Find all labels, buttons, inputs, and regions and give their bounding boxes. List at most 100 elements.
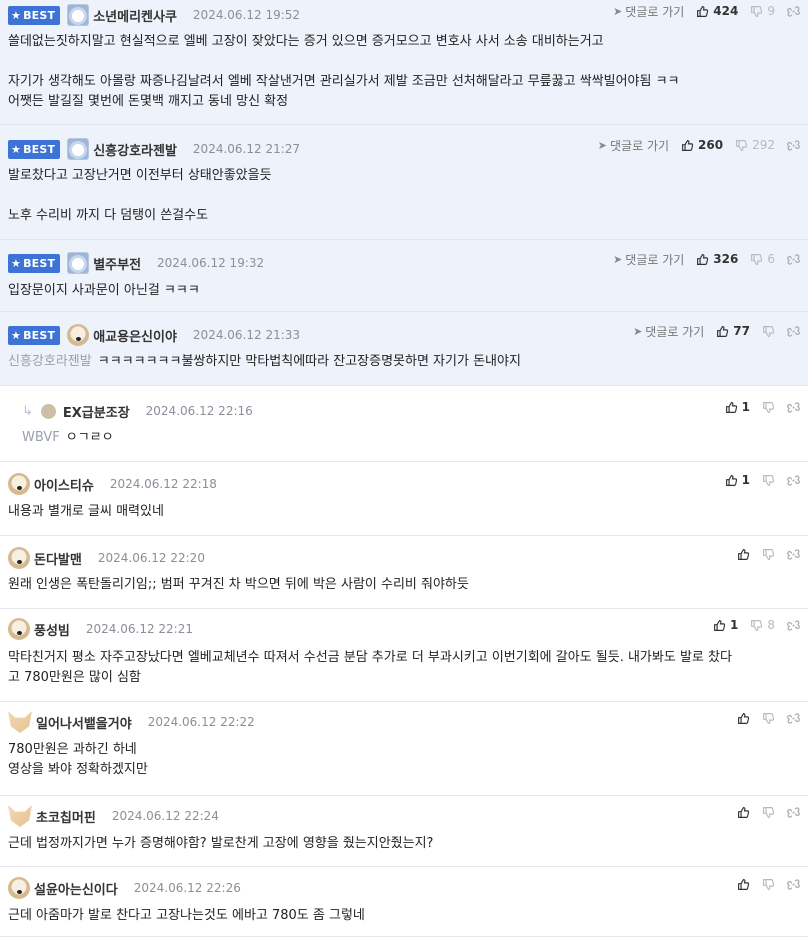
comment-actions: 18 [701, 614, 800, 636]
comment-header: 설윤아는신이다 2024.06.12 22:26 [8, 875, 241, 901]
comment-text-line: 노후 수리비 까지 다 덤탱이 쓴걸수도 [8, 206, 796, 226]
dislike-button[interactable] [762, 401, 775, 414]
copy-link-button[interactable] [787, 474, 800, 487]
like-button[interactable] [737, 806, 750, 819]
author-nickname[interactable]: 일어나서뱉을거야 [36, 713, 132, 732]
avatar[interactable] [8, 473, 30, 495]
dislike-button[interactable]: 9 [750, 4, 775, 18]
dislike-button[interactable] [762, 548, 775, 561]
like-button[interactable] [737, 712, 750, 725]
like-button[interactable]: 326 [696, 252, 738, 266]
copy-link-button[interactable] [787, 878, 800, 891]
go-to-reply-label: 댓글로 가기 [610, 138, 670, 153]
avatar[interactable] [8, 618, 30, 640]
link-icon [787, 325, 800, 338]
thumbs-down-icon [762, 878, 775, 891]
copy-link-button[interactable] [787, 619, 800, 632]
avatar[interactable] [67, 324, 90, 346]
avatar[interactable] [67, 252, 90, 274]
dislike-button[interactable] [762, 325, 775, 338]
like-button[interactable]: 77 [716, 324, 750, 338]
thumbs-up-icon [737, 878, 750, 891]
author-nickname[interactable]: 풍성빔 [34, 620, 70, 639]
author-nickname[interactable]: 애교용은신이야 [93, 326, 177, 345]
comment-body: 원래 인생은 폭탄돌리기임;; 범퍼 꾸겨진 차 박으면 뒤에 박은 사람이 수… [8, 575, 796, 595]
comment-body: 발로찼다고 고장난거면 이전부터 상태안좋았을듯 노후 수리비 까지 다 덤탱이… [8, 166, 796, 226]
go-to-reply-link[interactable]: ➤ 댓글로 가기 [613, 251, 684, 268]
copy-link-button[interactable] [787, 139, 800, 152]
go-to-reply-link[interactable]: ➤ 댓글로 가기 [598, 137, 669, 154]
like-button[interactable]: 1 [725, 473, 750, 487]
comment: 아이스티슈 2024.06.12 22:18 1 내용과 별개로 글씨 매력있네 [0, 462, 808, 536]
dislike-button[interactable] [762, 712, 775, 725]
like-button[interactable] [737, 878, 750, 891]
like-button[interactable]: 260 [681, 138, 723, 152]
comment: 일어나서뱉을거야 2024.06.12 22:22 780만원은 과하긴 하네 영상을… [0, 702, 808, 796]
comment-text-line: 막타친거지 평소 자주고장났다면 엘베교체년수 따져서 수선금 분담 추가로 더… [8, 648, 796, 668]
author-nickname[interactable]: 아이스티슈 [34, 475, 94, 494]
comment-body: 근데 법정까지가면 누가 증명해야함? 발로찬게 고장에 영향을 줬는지안줬는지… [8, 834, 796, 854]
comment-text: 내용과 별개로 글씨 매력있네 [8, 504, 164, 519]
like-button[interactable]: 424 [696, 4, 738, 18]
avatar[interactable] [8, 547, 30, 569]
author-nickname[interactable]: 별주부전 [93, 254, 141, 273]
like-button[interactable]: 1 [713, 618, 738, 632]
comment-header: ★ BEST 신흥강호라젠발 2024.06.12 21:27 [8, 136, 300, 162]
send-arrow-icon: ➤ [597, 138, 608, 152]
copy-link-button[interactable] [787, 548, 800, 561]
avatar[interactable] [67, 138, 90, 160]
best-badge-label: BEST [23, 142, 56, 156]
author-nickname[interactable]: 신흥강호라젠발 [93, 140, 177, 159]
avatar[interactable] [8, 877, 30, 899]
author-nickname[interactable]: EX급분조장 [63, 402, 130, 421]
copy-link-button[interactable] [787, 5, 800, 18]
comment-text: 고 780만원은 많이 심함 [8, 670, 141, 685]
send-arrow-icon: ➤ [633, 324, 643, 338]
avatar[interactable] [67, 4, 90, 26]
dislike-button[interactable]: 6 [750, 252, 775, 266]
author-nickname[interactable]: 설윤아는신이다 [34, 879, 118, 898]
dislike-button[interactable]: 8 [750, 618, 775, 632]
comment-text: 근데 법정까지가면 누가 증명해야함? 발로찬게 고장에 영향을 줬는지안줬는지… [8, 836, 434, 851]
comment-text-line: 원래 인생은 폭탄돌리기임;; 범퍼 꾸겨진 차 박으면 뒤에 박은 사람이 수… [8, 575, 796, 595]
copy-link-button[interactable] [787, 401, 800, 414]
dislike-button[interactable] [762, 474, 775, 487]
go-to-reply-label: 댓글로 가기 [625, 252, 685, 267]
like-button[interactable] [737, 548, 750, 561]
thumbs-down-icon [750, 253, 763, 266]
avatar[interactable] [8, 711, 32, 733]
best-comment: ★ BEST 애교용은신이야 2024.06.12 21:33 ➤ 댓글로 가기 77 신흥강… [0, 312, 808, 386]
star-icon: ★ [11, 142, 22, 156]
like-count: 1 [730, 618, 739, 632]
copy-link-button[interactable] [787, 806, 800, 819]
thumbs-up-icon [725, 401, 738, 414]
dislike-button[interactable] [762, 878, 775, 891]
comment-text-line: 고 780만원은 많이 심함 [8, 668, 796, 688]
copy-link-button[interactable] [787, 253, 800, 266]
go-to-reply-link[interactable]: ➤ 댓글로 가기 [633, 323, 704, 340]
avatar[interactable] [40, 403, 56, 419]
comment: 돈다발맨 2024.06.12 22:20 원래 인생은 폭탄돌리기임;; 범퍼 꾸… [0, 536, 808, 609]
comment-text: 노후 수리비 까지 다 덤탱이 쓴걸수도 [8, 208, 209, 223]
comment-body: 신흥강호라젠발 ㅋㅋㅋㅋㅋㅋㅋ불쌍하지만 막타법칙에따라 잔고장증명못하면 자기가… [8, 352, 796, 372]
avatar[interactable] [8, 805, 32, 827]
like-button[interactable]: 1 [725, 400, 750, 414]
go-to-reply-link[interactable]: ➤ 댓글로 가기 [613, 3, 684, 20]
copy-link-button[interactable] [787, 325, 800, 338]
copy-link-button[interactable] [787, 712, 800, 725]
author-nickname[interactable]: 돈다발맨 [34, 549, 82, 568]
thumbs-up-icon [681, 139, 694, 152]
dislike-button[interactable]: 292 [735, 138, 775, 152]
comment-body: 780만원은 과하긴 하네 영상을 봐야 정확하겠지만 [8, 740, 796, 780]
thumbs-up-icon [737, 806, 750, 819]
author-nickname[interactable]: 초코칩머핀 [36, 807, 96, 826]
comment-text [8, 188, 12, 203]
comment-header: 아이스티슈 2024.06.12 22:18 [8, 471, 217, 497]
star-icon: ★ [11, 8, 22, 22]
author-nickname[interactable]: 소년메리켄사쿠 [93, 6, 177, 25]
comment-text-line: 입장문이지 사과문이 아닌걸 ㅋㅋㅋ [8, 281, 796, 301]
dislike-button[interactable] [762, 806, 775, 819]
link-icon [787, 253, 800, 266]
comment: 초코칩머핀 2024.06.12 22:24 근데 법정까지가면 누가 증명해야함?… [0, 796, 808, 867]
mention-nickname[interactable]: 신흥강호라젠발 [8, 354, 92, 369]
